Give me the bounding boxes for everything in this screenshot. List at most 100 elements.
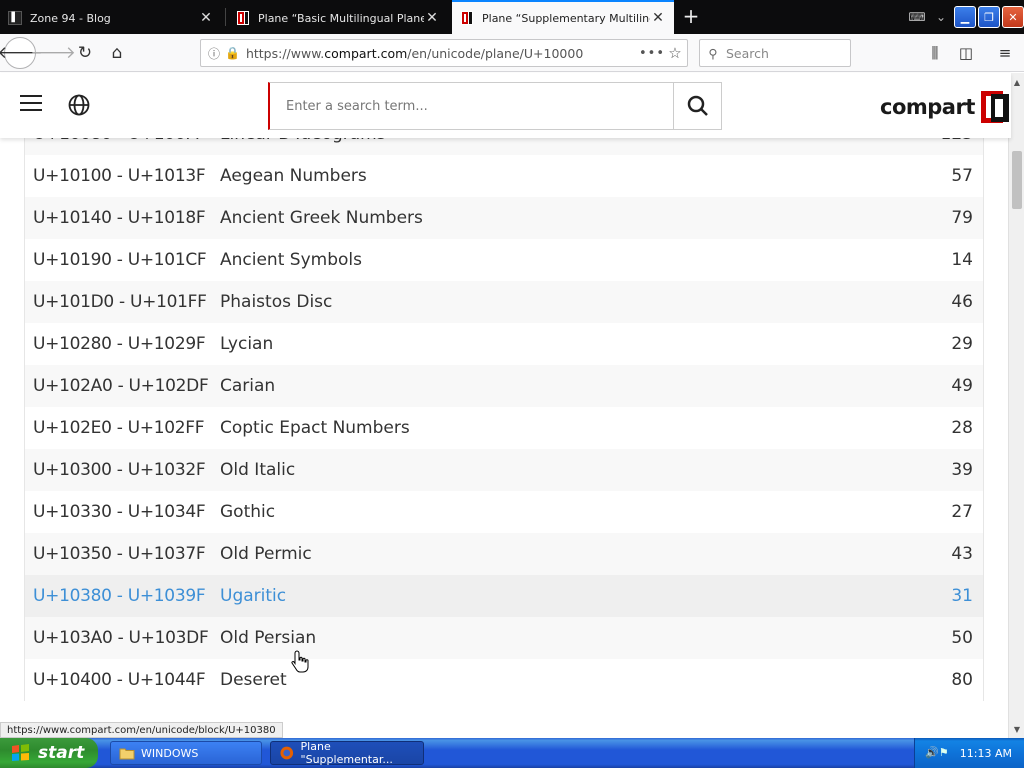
table-row[interactable]: U+103A0 - U+103DF Old Persian 50	[25, 617, 983, 659]
table-row[interactable]: U+10190 - U+101CF Ancient Symbols 14	[25, 239, 983, 281]
site-search-button[interactable]	[673, 82, 722, 130]
block-character-count: 43	[951, 544, 973, 564]
address-bar[interactable]: ⓘ 🔒 https://www.compart.com/en/unicode/p…	[200, 39, 688, 67]
url-path: /en/unicode/plane/U+10000	[407, 45, 584, 61]
block-name-link[interactable]: Ancient Symbols	[220, 250, 903, 270]
task-label: WINDOWS	[141, 746, 199, 760]
block-character-count: 14	[951, 250, 973, 270]
tab-basic-multilingual-plane[interactable]: Plane “Basic Multilingual Plane” ✕	[228, 2, 448, 34]
table-row[interactable]: U+10380 - U+1039F Ugaritic 31	[25, 575, 983, 617]
tab-zone94[interactable]: ▌ Zone 94 - Blog ✕	[0, 2, 222, 34]
block-name-link[interactable]: Old Permic	[220, 544, 903, 564]
block-range-link[interactable]: U+10140 - U+1018F	[25, 208, 220, 228]
info-icon[interactable]: ⓘ	[205, 45, 223, 62]
tab-supplementary-multilingual-plane[interactable]: Plane “Supplementary Multilingual ✕	[452, 0, 674, 34]
bookmark-star-icon[interactable]: ☆	[663, 44, 687, 62]
sidebar-icon[interactable]: ◫	[955, 42, 977, 64]
scroll-up-arrow[interactable]: ▲	[1011, 75, 1023, 89]
taskbar-item-firefox[interactable]: Plane "Supplementar...	[270, 740, 424, 766]
browser-search-field[interactable]: ⚲ Search	[699, 39, 851, 67]
block-name-link[interactable]: Coptic Epact Numbers	[220, 418, 903, 438]
block-range-link[interactable]: U+102A0 - U+102DF	[25, 376, 220, 396]
block-name-link[interactable]: Ugaritic	[220, 586, 903, 606]
block-character-count: 50	[951, 628, 973, 648]
compart-favicon	[460, 11, 474, 25]
hand-cursor-icon	[290, 650, 310, 674]
block-character-count: 29	[951, 334, 973, 354]
table-row[interactable]: U+10400 - U+1044F Deseret 80	[25, 659, 983, 701]
scroll-down-arrow[interactable]: ▼	[1011, 722, 1023, 736]
logo-mark-icon	[980, 91, 1011, 123]
zone94-favicon: ▌	[8, 11, 22, 25]
start-button[interactable]: start	[0, 738, 98, 768]
block-name-link[interactable]: Gothic	[220, 502, 903, 522]
block-range-link[interactable]: U+10400 - U+1044F	[25, 670, 220, 690]
close-icon[interactable]: ✕	[424, 10, 440, 26]
block-character-count: 49	[951, 376, 973, 396]
screen: ▌ Zone 94 - Blog ✕ Plane “Basic Multilin…	[0, 0, 1024, 768]
site-search-input[interactable]: Enter a search term...	[268, 82, 674, 130]
table-row[interactable]: U+101D0 - U+101FF Phaistos Disc 46	[25, 281, 983, 323]
close-icon[interactable]: ✕	[650, 10, 666, 26]
table-row[interactable]: U+10280 - U+1029F Lycian 29	[25, 323, 983, 365]
block-range-link[interactable]: U+10300 - U+1032F	[25, 460, 220, 480]
block-range-link[interactable]: U+10380 - U+1039F	[25, 586, 220, 606]
hamburger-menu-icon[interactable]	[20, 95, 42, 113]
url-domain: compart.com	[324, 45, 408, 61]
block-name-link[interactable]: Ancient Greek Numbers	[220, 208, 903, 228]
tray-network-icon[interactable]: 🔊⚑	[925, 746, 949, 759]
block-character-count: 79	[951, 208, 973, 228]
block-character-count: 46	[951, 292, 973, 312]
block-range-link[interactable]: U+10100 - U+1013F	[25, 166, 220, 186]
block-name-link[interactable]: Deseret	[220, 670, 903, 690]
block-range-link[interactable]: U+10190 - U+101CF	[25, 250, 220, 270]
scrollbar-thumb[interactable]	[1012, 151, 1022, 209]
menu-icon[interactable]: ≡	[994, 42, 1016, 64]
status-link-preview: https://www.compart.com/en/unicode/block…	[0, 722, 283, 738]
list-all-tabs-icon[interactable]: ⌄	[930, 6, 952, 28]
page-actions-icon[interactable]: •••	[639, 46, 664, 61]
table-row[interactable]: U+102E0 - U+102FF Coptic Epact Numbers 28	[25, 407, 983, 449]
minimize-button[interactable]: ▁	[954, 6, 976, 28]
home-button[interactable]: ⌂	[102, 38, 132, 68]
block-range-link[interactable]: U+10280 - U+1029F	[25, 334, 220, 354]
tab-separator	[225, 8, 226, 26]
block-name-link[interactable]: Lycian	[220, 334, 903, 354]
table-row[interactable]: U+10140 - U+1018F Ancient Greek Numbers 79	[25, 197, 983, 239]
library-icon[interactable]: ⫼	[924, 42, 946, 64]
tab-strip: ▌ Zone 94 - Blog ✕ Plane “Basic Multilin…	[0, 0, 1024, 34]
vertical-scrollbar[interactable]: ▲ ▼	[1008, 73, 1024, 738]
globe-icon[interactable]	[67, 93, 91, 117]
block-name-link[interactable]: Old Persian	[220, 628, 903, 648]
block-name-link[interactable]: Aegean Numbers	[220, 166, 903, 186]
close-icon[interactable]: ✕	[198, 10, 214, 26]
close-window-button[interactable]: ✕	[1002, 6, 1024, 28]
lock-icon[interactable]: 🔒	[225, 46, 240, 60]
table-row[interactable]: U+10350 - U+1037F Old Permic 43	[25, 533, 983, 575]
navigation-toolbar: 🡐 🡒 ↻ ⌂ ⓘ 🔒 https://www.compart.com/en/u…	[0, 34, 1024, 72]
restore-button[interactable]: ❐	[978, 6, 1000, 28]
url-text[interactable]: https://www.compart.com/en/unicode/plane…	[246, 46, 639, 61]
block-range-link[interactable]: U+10350 - U+1037F	[25, 544, 220, 564]
url-prefix: https://www.	[245, 45, 325, 61]
table-row[interactable]: U+10100 - U+1013F Aegean Numbers 57	[25, 155, 983, 197]
block-name-link[interactable]: Old Italic	[220, 460, 903, 480]
search-icon	[687, 95, 708, 116]
block-name-link[interactable]: Carian	[220, 376, 903, 396]
block-range-link[interactable]: U+10330 - U+1034F	[25, 502, 220, 522]
compart-logo[interactable]: compart	[880, 91, 1011, 123]
block-range-link[interactable]: U+101D0 - U+101FF	[25, 292, 220, 312]
forward-button[interactable]: 🡒	[30, 38, 76, 68]
new-tab-button[interactable]: +	[680, 4, 702, 28]
unicode-blocks-table: U+10080 - U+100FFLinear B Ideograms123U+…	[24, 113, 984, 701]
table-row[interactable]: U+10330 - U+1034F Gothic 27	[25, 491, 983, 533]
table-row[interactable]: U+102A0 - U+102DF Carian 49	[25, 365, 983, 407]
table-row[interactable]: U+10300 - U+1032F Old Italic 39	[25, 449, 983, 491]
block-range-link[interactable]: U+103A0 - U+103DF	[25, 628, 220, 648]
block-name-link[interactable]: Phaistos Disc	[220, 292, 903, 312]
block-range-link[interactable]: U+102E0 - U+102FF	[25, 418, 220, 438]
taskbar-item-windows[interactable]: WINDOWS	[110, 741, 262, 765]
keyboard-icon[interactable]: ⌨	[906, 6, 928, 28]
reload-button[interactable]: ↻	[70, 38, 100, 68]
clock: 11:13 AM	[959, 746, 1012, 760]
